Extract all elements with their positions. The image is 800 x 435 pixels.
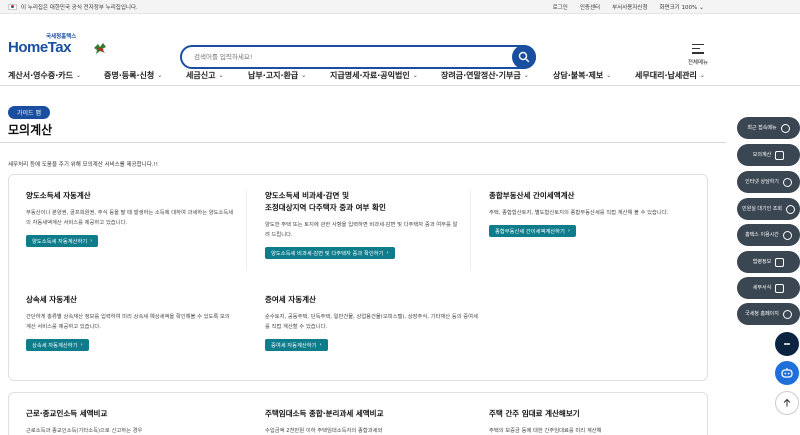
dept-user-apply-link[interactable]: 부서사용자신청 — [612, 3, 647, 11]
clock-icon — [782, 230, 792, 240]
card-title: 주택임대소득 종합·분리과세 세액비교 — [265, 409, 384, 418]
people-icon — [785, 204, 795, 214]
chevron-down-icon: ⌄ — [523, 72, 529, 79]
robot-icon — [781, 368, 793, 378]
zoom-control[interactable]: 화면크기 100% ⌄ — [660, 3, 705, 11]
guide-map-badge[interactable]: 가이드 맵 — [8, 106, 50, 119]
document-icon — [775, 283, 785, 293]
chevron-right-icon: › — [567, 228, 571, 234]
gov-notice-bar: 이 누리집은 대한민국 공식 전자정부 누리집입니다. 로그인 인증센터 부서사… — [0, 0, 800, 14]
book-icon — [775, 257, 785, 267]
capital-gains-calc-button[interactable]: 양도소득세 자동계산하기 › — [26, 235, 99, 247]
page-title: 모의계산 — [8, 123, 53, 137]
card-title: 근로·종교인소득 세액비교 — [26, 409, 108, 418]
hometax-logo[interactable]: 국세청홈택스 HomeTax — [8, 32, 108, 60]
calculator-icon — [775, 150, 785, 160]
chatbot-button[interactable] — [775, 361, 799, 385]
card-comprehensive-property-tax: 종합부동산세 간이세액계산 주택, 종합합산토지, 별도합산토지의 종합부동산세… — [489, 190, 689, 237]
card-desc: 간단하게 총류별 상속재산 정보를 입력하여 미리 상속세 예상세액을 확인해볼… — [26, 314, 230, 330]
nav-item-incentives[interactable]: 장려금·연말정산·기부금 ⌄ — [441, 70, 529, 81]
card-capital-gains-exemption: 양도소득세 비과세·감면 및 조정대상지역 다주택자 중과 여부 확인 양도한 주… — [265, 190, 460, 259]
korea-flag-icon — [8, 3, 17, 10]
card-desc: 양도한 주택 또는 토지에 관한 사항을 입력하면 비과세·감면 및 다주택자 … — [265, 222, 458, 238]
login-link[interactable]: 로그인 — [553, 3, 568, 11]
home-icon — [782, 309, 792, 319]
card-rental-income: 주택임대소득 종합·분리과세 세액비교 수입금액 2천만원 이하 주택임대소득자… — [265, 408, 465, 435]
card-title: 양도소득세 자동계산 — [26, 191, 91, 200]
card-inheritance-tax: 상속세 자동계산 간단하게 총류별 상속재산 정보를 입력하여 미리 상속세 예… — [26, 294, 234, 351]
quick-waiting-status[interactable]: 민원실 대기인 조회 — [737, 198, 800, 220]
exemption-check-button[interactable]: 양도소득세 비과세·감면 및 다주택자 중과 확인하기 › — [265, 247, 395, 259]
chevron-right-icon: › — [80, 342, 83, 348]
quick-online-consult[interactable]: 인터넷 상담하기 — [737, 171, 800, 193]
collapse-quick-menu-button[interactable] — [775, 332, 799, 356]
card-desc: 부동산이나 분양권, 골프회원권, 주식 등을 팔 때 발생하는 소득에 대하여… — [26, 210, 234, 226]
divider — [246, 190, 247, 270]
site-header: 국세청홈택스 HomeTax 전체메뉴 — [0, 14, 800, 69]
page-intro: 세무처리 등에 도움을 주기 위해 모의계산 서비스를 제공합니다.!! — [8, 162, 158, 168]
card-capital-gains-auto: 양도소득세 자동계산 부동산이나 분양권, 골프회원권, 주식 등을 팔 때 발… — [26, 190, 234, 247]
gov-notice-text: 이 누리집은 대한민국 공식 전자정부 누리집입니다. — [21, 4, 138, 11]
search-input[interactable] — [194, 53, 494, 61]
chevron-down-icon: ⌄ — [698, 3, 704, 11]
clock-icon — [780, 123, 790, 133]
card-desc: 수입금액 2천만원 이하 주택임대소득자의 종합과세와 — [265, 428, 383, 434]
cert-center-link[interactable]: 인증센터 — [580, 3, 600, 11]
card-desc: 근로소득과 종교인소득(기타소득)으로 신고하는 경우 — [26, 428, 143, 434]
nav-item-payment[interactable]: 납부·고지·환급 ⌄ — [248, 70, 306, 81]
holly-icon — [94, 43, 106, 54]
arrow-up-icon — [783, 398, 791, 407]
card-title: 주택 간주 임대료 계산해보기 — [489, 409, 580, 418]
chevron-down-icon: ⌄ — [606, 72, 612, 79]
quick-nts-homepage[interactable]: 국세청 홈페이지 — [737, 303, 800, 325]
nav-item-consult[interactable]: 상담·불복·제보 ⌄ — [553, 70, 611, 81]
quick-law-info[interactable]: 법령정보 — [737, 251, 800, 273]
chevron-down-icon: ⌄ — [412, 72, 418, 79]
gift-tax-calc-button[interactable]: 증여세 자동계산하기 › — [265, 339, 328, 351]
card-title: 양도소득세 비과세·감면 및 조정대상지역 다주택자 중과 여부 확인 — [265, 191, 386, 212]
main-nav: 계산서·영수증·카드 ⌄ 증명·등록·신청 ⌄ 세금신고 ⌄ 납부·고지·환급 ⌄ 지급… — [0, 64, 800, 86]
search-icon — [518, 51, 530, 63]
nav-item-tax-agent[interactable]: 세무대리·납세관리 ⌄ — [635, 70, 705, 81]
card-deemed-rent: 주택 간주 임대료 계산해보기 주택의 보증금 등에 대한 간주임대료를 미리 … — [489, 408, 689, 435]
logo-text: HomeTax — [8, 39, 71, 56]
scroll-top-button[interactable] — [775, 391, 799, 415]
card-desc: 주택의 보증금 등에 대한 간주임대료를 미리 계산해 — [489, 428, 602, 434]
nav-item-certificate[interactable]: 증명·등록·신청 ⌄ — [104, 70, 162, 81]
quick-service-hours[interactable]: 홈택스 이용시간 — [737, 224, 800, 246]
hamburger-icon — [692, 44, 704, 54]
chevron-down-icon: ⌄ — [699, 72, 705, 79]
chevron-right-icon: › — [319, 342, 322, 348]
card-religious-income: 근로·종교인소득 세액비교 근로소득과 종교인소득(기타소득)으로 신고하는 경… — [26, 408, 234, 435]
card-gift-tax: 증여세 자동계산 순수토지, 공동주택, 단독주택, 일반건물, 상업용건물(오… — [265, 294, 480, 351]
card-title: 상속세 자동계산 — [26, 295, 77, 304]
nav-item-statements[interactable]: 지급명세·자료·공익법인 ⌄ — [330, 70, 418, 81]
nav-item-tax-filing[interactable]: 세금신고 ⌄ — [186, 70, 223, 81]
chevron-down-icon: ⌄ — [218, 72, 224, 79]
quick-mock-calc[interactable]: 모의계산 — [737, 144, 800, 166]
all-menu-button[interactable]: 전체메뉴 — [683, 44, 713, 66]
card-desc: 순수토지, 공동주택, 단독주택, 일반건물, 상업용건물(오피스텔), 상장주… — [265, 314, 478, 330]
divider — [0, 142, 726, 143]
property-tax-calc-button[interactable]: 종합부동산세 간이세액계산하기 › — [489, 225, 577, 237]
chevron-right-icon: › — [90, 238, 93, 244]
card-desc: 주택, 종합합산토지, 별도합산토지의 종합부동산세를 직접 계산해 볼 수 있… — [489, 210, 669, 216]
chevron-down-icon: ⌄ — [157, 72, 163, 79]
divider — [470, 190, 471, 270]
nav-item-invoice[interactable]: 계산서·영수증·카드 ⌄ — [8, 70, 81, 81]
chevron-down-icon: ⌄ — [301, 72, 307, 79]
chevron-down-icon: ⌄ — [75, 72, 81, 79]
card-title: 종합부동산세 간이세액계산 — [489, 191, 575, 200]
inheritance-tax-calc-button[interactable]: 상속세 자동계산하기 › — [26, 339, 89, 351]
quick-tax-forms[interactable]: 세무서식 — [737, 277, 800, 299]
chevron-right-icon: › — [386, 250, 389, 256]
minus-icon — [784, 343, 790, 345]
chat-icon — [782, 177, 792, 187]
quick-recent-menu[interactable]: 최근 접속메뉴 — [737, 117, 800, 139]
card-title: 증여세 자동계산 — [265, 295, 316, 304]
